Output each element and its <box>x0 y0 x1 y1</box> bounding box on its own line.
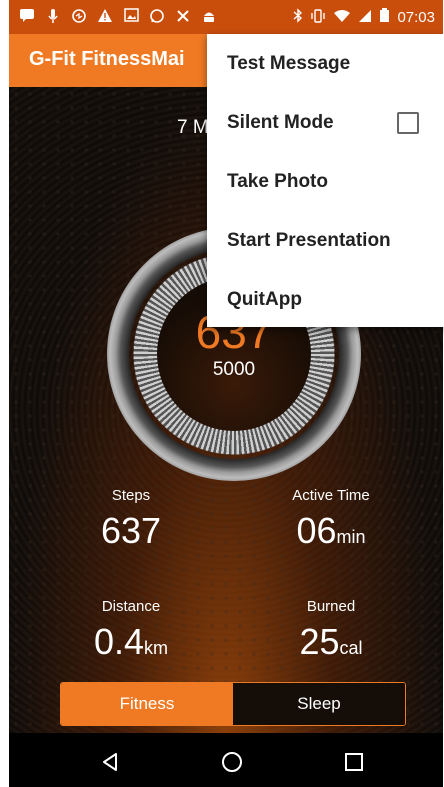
silent-mode-checkbox[interactable] <box>397 111 419 134</box>
chat-icon <box>71 8 87 28</box>
stat-active-time: Active Time 06min <box>231 487 431 552</box>
app-title: G-Fit FitnessMai <box>29 48 185 70</box>
signal-icon <box>358 9 372 26</box>
menu-item-take-photo[interactable]: Take Photo <box>207 152 444 211</box>
back-icon <box>103 753 117 771</box>
stat-label: Active Time <box>292 487 370 504</box>
mode-tabs: Fitness Sleep <box>60 682 406 726</box>
alert-icon <box>97 8 113 28</box>
vibrate-icon <box>310 8 326 26</box>
stat-value: 25cal <box>231 621 431 663</box>
whatsapp-icon <box>149 8 165 28</box>
stat-value: 06min <box>231 510 431 552</box>
stat-unit: km <box>144 638 169 658</box>
menu-item-quit-app[interactable]: QuitApp <box>207 270 444 329</box>
menu-item-label: Take Photo <box>227 170 328 192</box>
stat-distance: Distance 0.4km <box>31 598 231 663</box>
stat-unit: min <box>336 527 366 547</box>
tab-sleep[interactable]: Sleep <box>233 683 405 725</box>
mic-icon <box>45 8 61 28</box>
stat-label: Steps <box>111 487 151 504</box>
stat-number: 25 <box>299 621 340 662</box>
message-icon <box>19 8 35 28</box>
stat-number: 0.4 <box>93 621 145 662</box>
status-bar: 07:03 <box>9 0 443 34</box>
stat-value: 0.4km <box>31 621 231 663</box>
tools-icon <box>175 8 191 28</box>
home-icon <box>222 752 242 772</box>
android-icon <box>201 8 217 28</box>
menu-item-label: QuitApp <box>227 288 302 310</box>
date-label: 7 M <box>177 117 209 138</box>
recents-icon <box>345 753 363 771</box>
menu-item-silent-mode[interactable]: Silent Mode <box>207 93 444 152</box>
stat-number: 637 <box>100 510 162 551</box>
stat-steps: Steps 637 <box>31 487 231 552</box>
tab-fitness[interactable]: Fitness <box>61 683 233 725</box>
stat-label: Burned <box>306 598 356 615</box>
ring-steps-goal: 5000 <box>212 359 256 380</box>
stat-value: 637 <box>31 510 231 552</box>
back-button[interactable] <box>95 747 125 777</box>
home-button[interactable] <box>217 747 247 777</box>
stat-label: Distance <box>101 598 161 615</box>
wifi-icon <box>333 9 351 26</box>
menu-item-start-presentation[interactable]: Start Presentation <box>207 211 444 270</box>
stat-unit: cal <box>339 638 363 658</box>
recents-button[interactable] <box>339 747 369 777</box>
overflow-menu: Test Message Silent Mode Take Photo Star… <box>207 34 444 327</box>
menu-item-label: Start Presentation <box>227 229 391 251</box>
battery-icon <box>379 8 390 26</box>
menu-item-test-message[interactable]: Test Message <box>207 34 444 93</box>
navigation-bar <box>9 733 443 787</box>
menu-item-label: Test Message <box>227 52 351 74</box>
stat-burned: Burned 25cal <box>231 598 431 663</box>
gallery-icon <box>123 8 139 28</box>
bluetooth-icon <box>293 8 303 26</box>
menu-item-label: Silent Mode <box>227 111 334 133</box>
status-time: 07:03 <box>397 8 435 26</box>
stat-number: 06 <box>296 510 337 551</box>
